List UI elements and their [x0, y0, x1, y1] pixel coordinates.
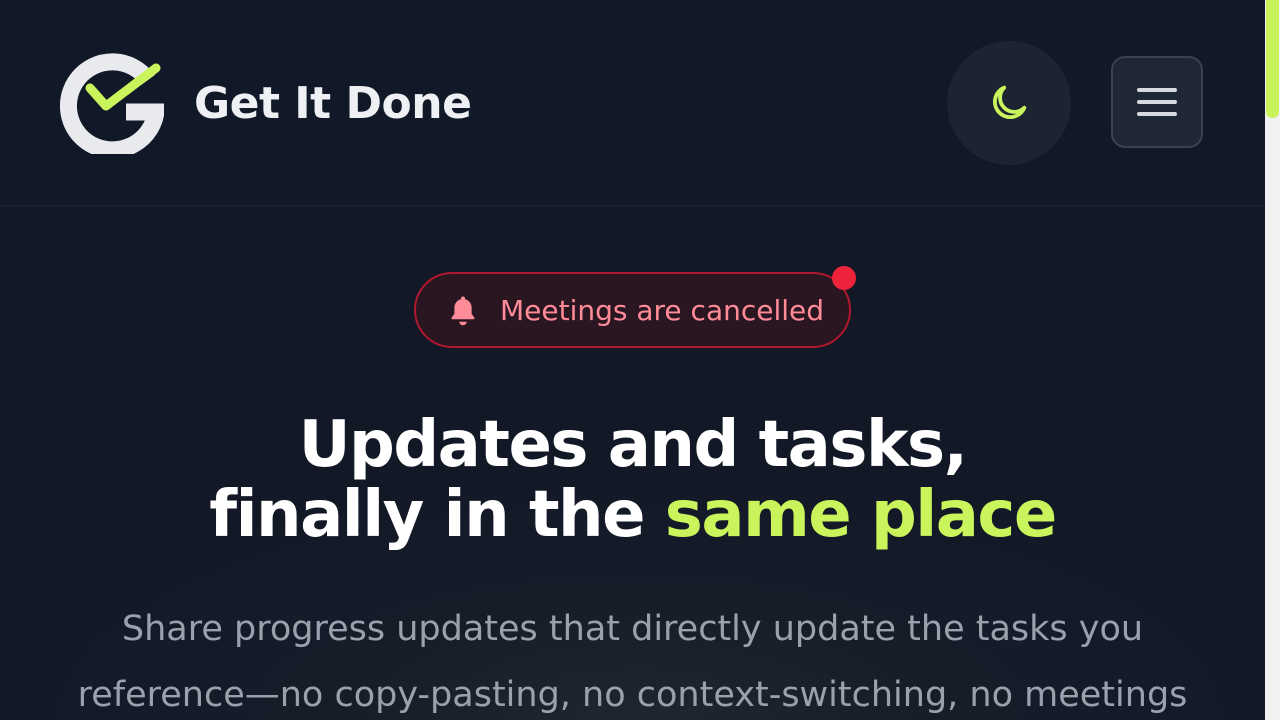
hero-subtitle: Share progress updates that directly upd… — [0, 596, 1265, 720]
logo-icon[interactable] — [60, 50, 164, 154]
announcement-text: Meetings are cancelled — [500, 293, 825, 327]
scrollbar-thumb[interactable] — [1266, 0, 1279, 118]
hero-subtitle-line-1: Share progress updates that directly upd… — [121, 609, 1144, 649]
moon-icon — [993, 85, 1027, 119]
bell-icon — [451, 296, 475, 326]
hero-title-line-1: Updates and tasks, — [298, 408, 968, 482]
hero-title-prefix: finally in the — [209, 478, 665, 552]
hero-title: Updates and tasks, finally in the same p… — [0, 410, 1265, 550]
hero-subtitle-line-2: reference—no copy-pasting, no context-sw… — [77, 675, 1188, 715]
hero-title-line-2: finally in the same place — [0, 480, 1265, 550]
hero-title-accent: same place — [664, 478, 1057, 552]
menu-button[interactable] — [1111, 56, 1203, 148]
announcement-pill[interactable]: Meetings are cancelled — [414, 272, 851, 348]
hamburger-menu-icon — [1137, 88, 1177, 116]
site-header: Get It Done — [0, 0, 1265, 206]
theme-toggle-button[interactable] — [947, 41, 1071, 165]
notification-dot — [832, 266, 856, 290]
page: Get It Done Meetings are cancelled Updat… — [0, 0, 1280, 720]
brand-name[interactable]: Get It Done — [194, 76, 472, 132]
